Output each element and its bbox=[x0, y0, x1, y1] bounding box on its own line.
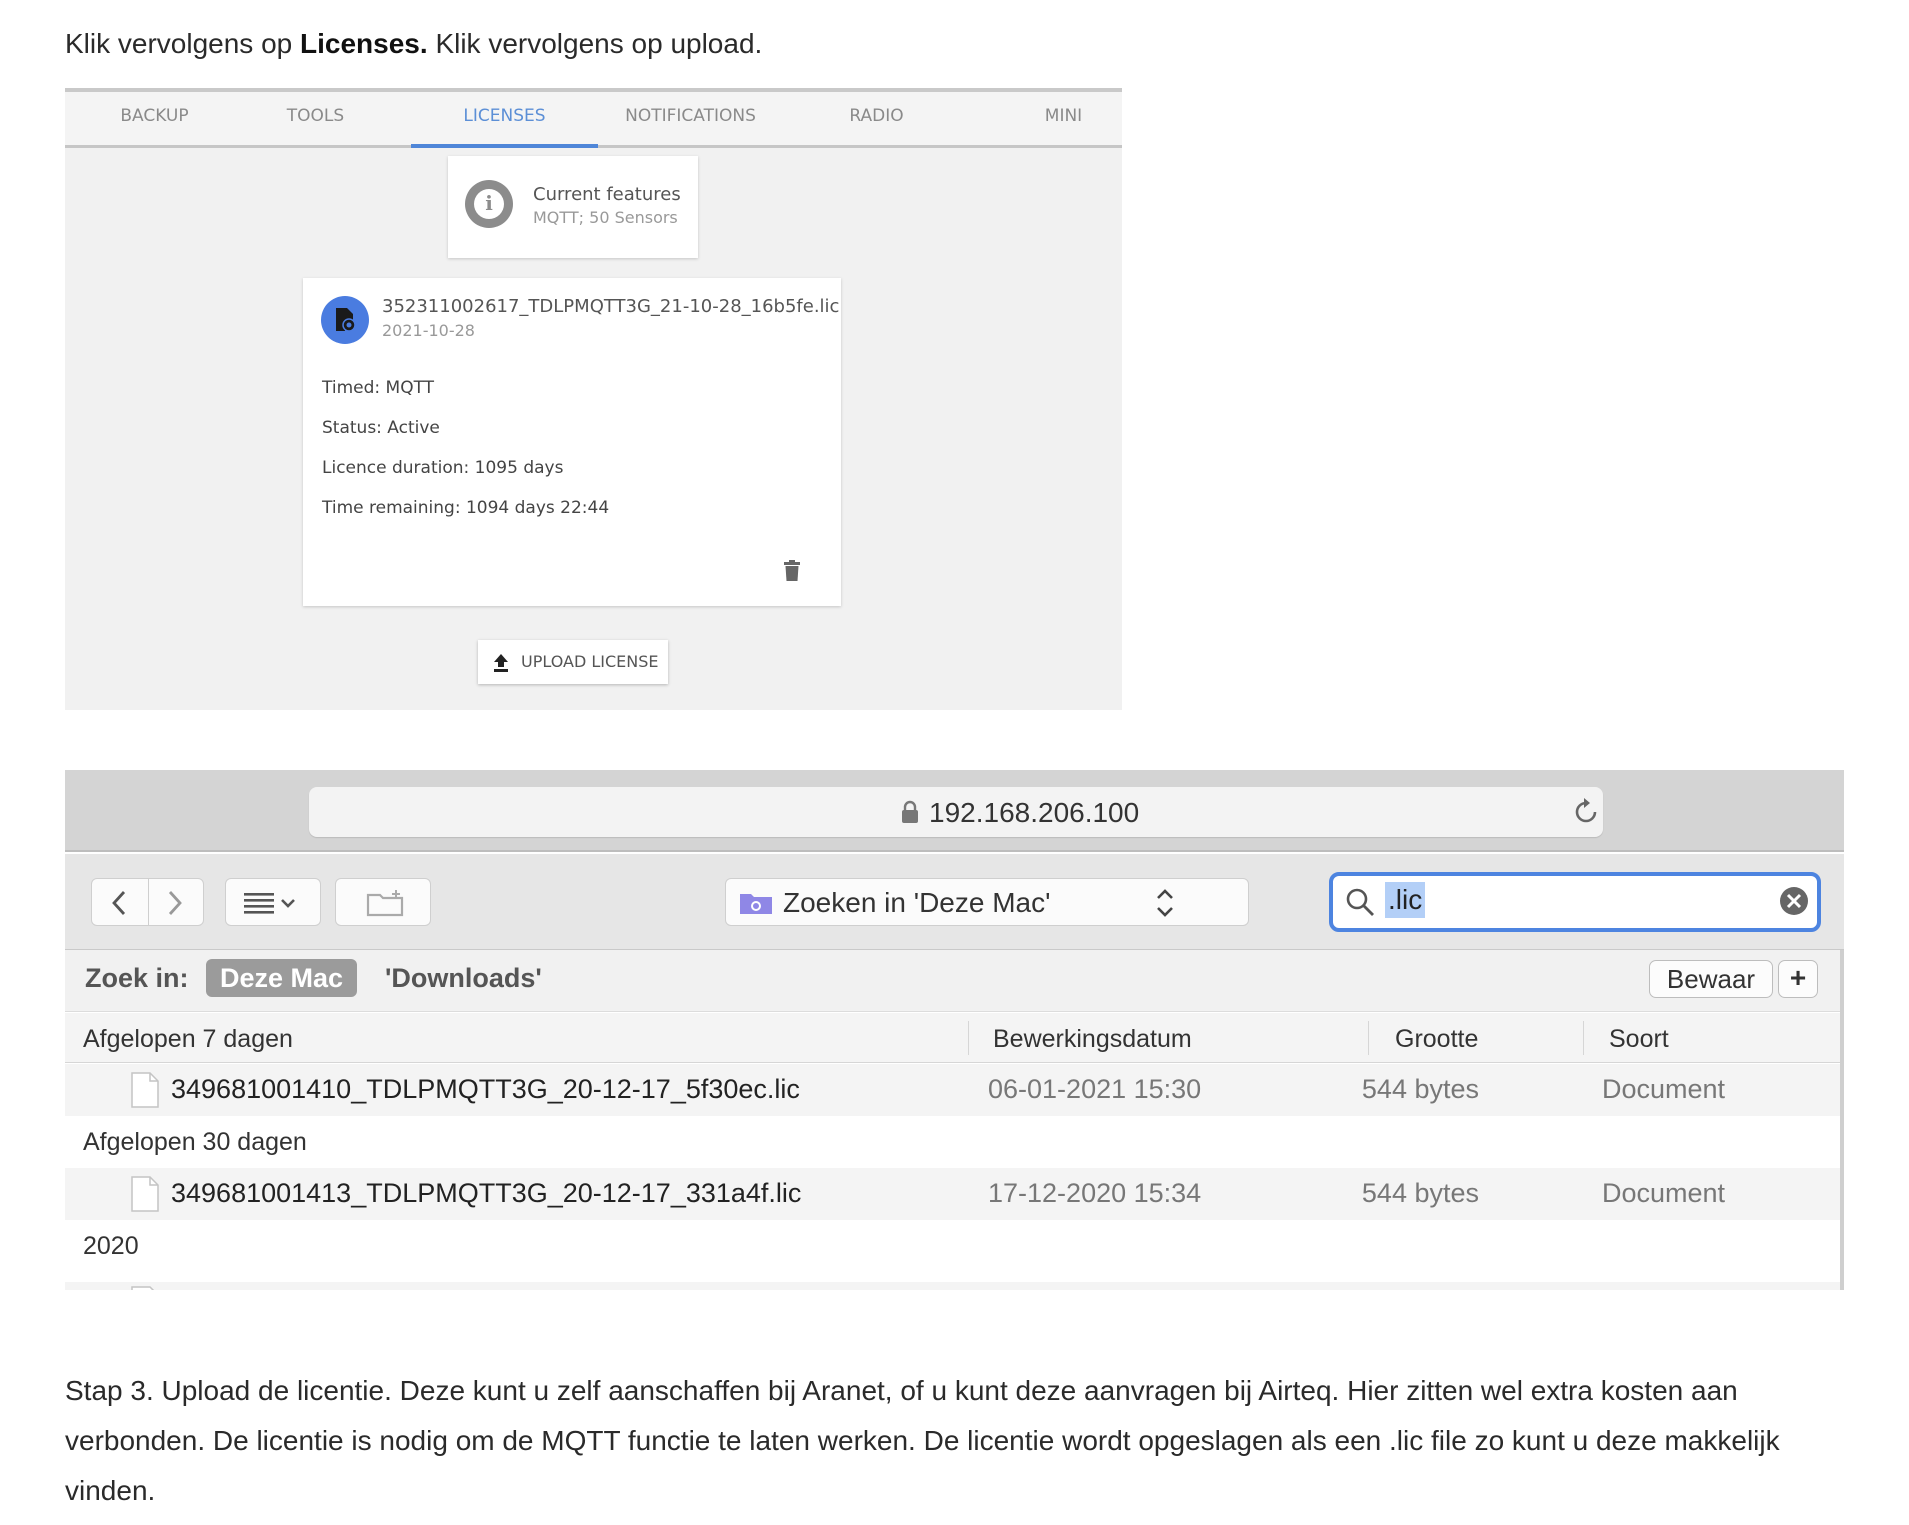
license-date: 2021-10-28 bbox=[382, 321, 475, 340]
chevron-updown-icon bbox=[1157, 889, 1173, 917]
tab-tools[interactable]: TOOLS bbox=[222, 106, 409, 126]
forward-icon[interactable] bbox=[166, 889, 184, 917]
license-timed: Timed: MQTT bbox=[322, 378, 435, 398]
license-duration: Licence duration: 1095 days bbox=[322, 458, 564, 478]
search-input[interactable]: .lic bbox=[1329, 872, 1821, 932]
intro-bold: Licenses. bbox=[300, 28, 428, 59]
tab-backup[interactable]: BACKUP bbox=[61, 106, 248, 126]
finder-dialog: 192.168.206.100 Zoeken in 'Deze Mac' .li… bbox=[65, 770, 1844, 1290]
tab-licenses[interactable]: LICENSES bbox=[411, 106, 598, 126]
trash-icon[interactable] bbox=[783, 560, 801, 582]
column-name[interactable]: Afgelopen 7 dagen bbox=[83, 1025, 293, 1054]
tab-notifications[interactable]: NOTIFICATIONS bbox=[597, 106, 784, 126]
upload-license-button[interactable]: UPLOAD LICENSE bbox=[478, 640, 668, 684]
file-date: 06-01-2021 15:30 bbox=[988, 1074, 1202, 1104]
file-name: 349681001413_TDLPMQTT3G_20-12-17_331a4f.… bbox=[171, 1178, 802, 1208]
file-size: 544 bytes bbox=[1361, 1178, 1479, 1208]
file-row-partial[interactable] bbox=[65, 1282, 1844, 1290]
browser-bar: 192.168.206.100 bbox=[65, 770, 1844, 852]
license-file-icon bbox=[321, 296, 369, 344]
active-tab-indicator bbox=[411, 144, 598, 148]
document-icon bbox=[131, 1176, 159, 1212]
lock-icon bbox=[902, 800, 918, 823]
back-icon[interactable] bbox=[110, 889, 128, 917]
search-value: .lic bbox=[1385, 882, 1426, 918]
license-card: 352311002617_TDLPMQTT3G_21-10-28_16b5fe.… bbox=[303, 278, 841, 606]
license-remaining: Time remaining: 1094 days 22:44 bbox=[322, 498, 610, 518]
address-bar[interactable]: 192.168.206.100 bbox=[309, 787, 1603, 837]
finder-toolbar: Zoeken in 'Deze Mac' .lic bbox=[65, 854, 1844, 950]
location-select[interactable]: Zoeken in 'Deze Mac' bbox=[725, 878, 1249, 926]
group-header-30-days: Afgelopen 30 dagen bbox=[65, 1116, 1844, 1168]
url-text: 192.168.206.100 bbox=[929, 797, 1140, 828]
search-scope-bar: Zoek in: Deze Mac 'Downloads' Bewaar + bbox=[65, 950, 1844, 1012]
scope-downloads[interactable]: 'Downloads' bbox=[385, 963, 542, 994]
list-view-icon bbox=[244, 893, 295, 914]
license-status: Status: Active bbox=[322, 418, 440, 438]
intro-text: Klik vervolgens op Licenses. Klik vervol… bbox=[65, 28, 762, 60]
current-features-card: i Current features MQTT; 50 Sensors bbox=[448, 156, 698, 258]
column-separator bbox=[968, 1021, 969, 1055]
nav-divider bbox=[148, 879, 149, 925]
group-header-2020: 2020 bbox=[65, 1220, 1844, 1272]
file-kind: Document bbox=[1602, 1178, 1726, 1208]
file-size: 544 bytes bbox=[1361, 1074, 1479, 1104]
license-file-name: 352311002617_TDLPMQTT3G_21-10-28_16b5fe.… bbox=[382, 296, 840, 317]
search-icon bbox=[1346, 888, 1374, 916]
file-name: 349681001410_TDLPMQTT3G_20-12-17_5f30ec.… bbox=[171, 1074, 800, 1104]
intro-suffix: Klik vervolgens op upload. bbox=[435, 28, 763, 59]
intro-prefix: Klik vervolgens op bbox=[65, 28, 293, 59]
step-paragraph: Stap 3. Upload de licentie. Deze kunt u … bbox=[65, 1375, 1780, 1506]
column-kind[interactable]: Soort bbox=[1609, 1025, 1669, 1054]
column-date[interactable]: Bewerkingsdatum bbox=[993, 1025, 1192, 1054]
file-date: 17-12-2020 15:34 bbox=[988, 1178, 1202, 1208]
column-separator bbox=[1583, 1021, 1584, 1055]
features-subtitle: MQTT; 50 Sensors bbox=[533, 208, 678, 227]
column-separator bbox=[1368, 1021, 1369, 1055]
info-icon: i bbox=[465, 180, 513, 228]
search-folder-icon bbox=[740, 894, 772, 914]
tab-radio[interactable]: RADIO bbox=[783, 106, 970, 126]
location-label: Zoeken in 'Deze Mac' bbox=[783, 887, 1051, 918]
reload-icon[interactable] bbox=[1571, 797, 1601, 827]
group-label: 2020 bbox=[83, 1232, 139, 1260]
tab-bar: BACKUP TOOLS LICENSES NOTIFICATIONS RADI… bbox=[65, 88, 1122, 148]
view-options-button[interactable] bbox=[225, 878, 321, 926]
save-search-button[interactable]: Bewaar bbox=[1649, 960, 1773, 998]
tab-mini[interactable]: MINI bbox=[970, 106, 1157, 126]
group-label: Afgelopen 30 dagen bbox=[83, 1128, 307, 1156]
add-criteria-button[interactable]: + bbox=[1778, 960, 1818, 998]
scope-label: Zoek in: bbox=[85, 963, 189, 993]
scope-this-mac[interactable]: Deze Mac bbox=[206, 959, 358, 997]
nav-buttons bbox=[91, 878, 204, 926]
new-folder-button[interactable] bbox=[335, 878, 431, 926]
column-header: Afgelopen 7 dagen Bewerkingsdatum Groott… bbox=[65, 1013, 1844, 1063]
upload-icon bbox=[494, 654, 508, 672]
document-icon bbox=[131, 1286, 155, 1290]
upload-license-label: UPLOAD LICENSE bbox=[521, 652, 659, 671]
column-size[interactable]: Grootte bbox=[1395, 1025, 1478, 1054]
clear-search-icon[interactable] bbox=[1779, 886, 1809, 916]
document-icon bbox=[131, 1072, 159, 1108]
features-title: Current features bbox=[533, 184, 681, 205]
aranet-screenshot: BACKUP TOOLS LICENSES NOTIFICATIONS RADI… bbox=[65, 88, 1122, 710]
file-row[interactable]: 349681001413_TDLPMQTT3G_20-12-17_331a4f.… bbox=[65, 1168, 1844, 1220]
window-edge bbox=[1840, 950, 1844, 1290]
file-kind: Document bbox=[1602, 1074, 1726, 1104]
new-folder-icon bbox=[366, 890, 404, 917]
file-row[interactable]: 349681001410_TDLPMQTT3G_20-12-17_5f30ec.… bbox=[65, 1064, 1844, 1116]
